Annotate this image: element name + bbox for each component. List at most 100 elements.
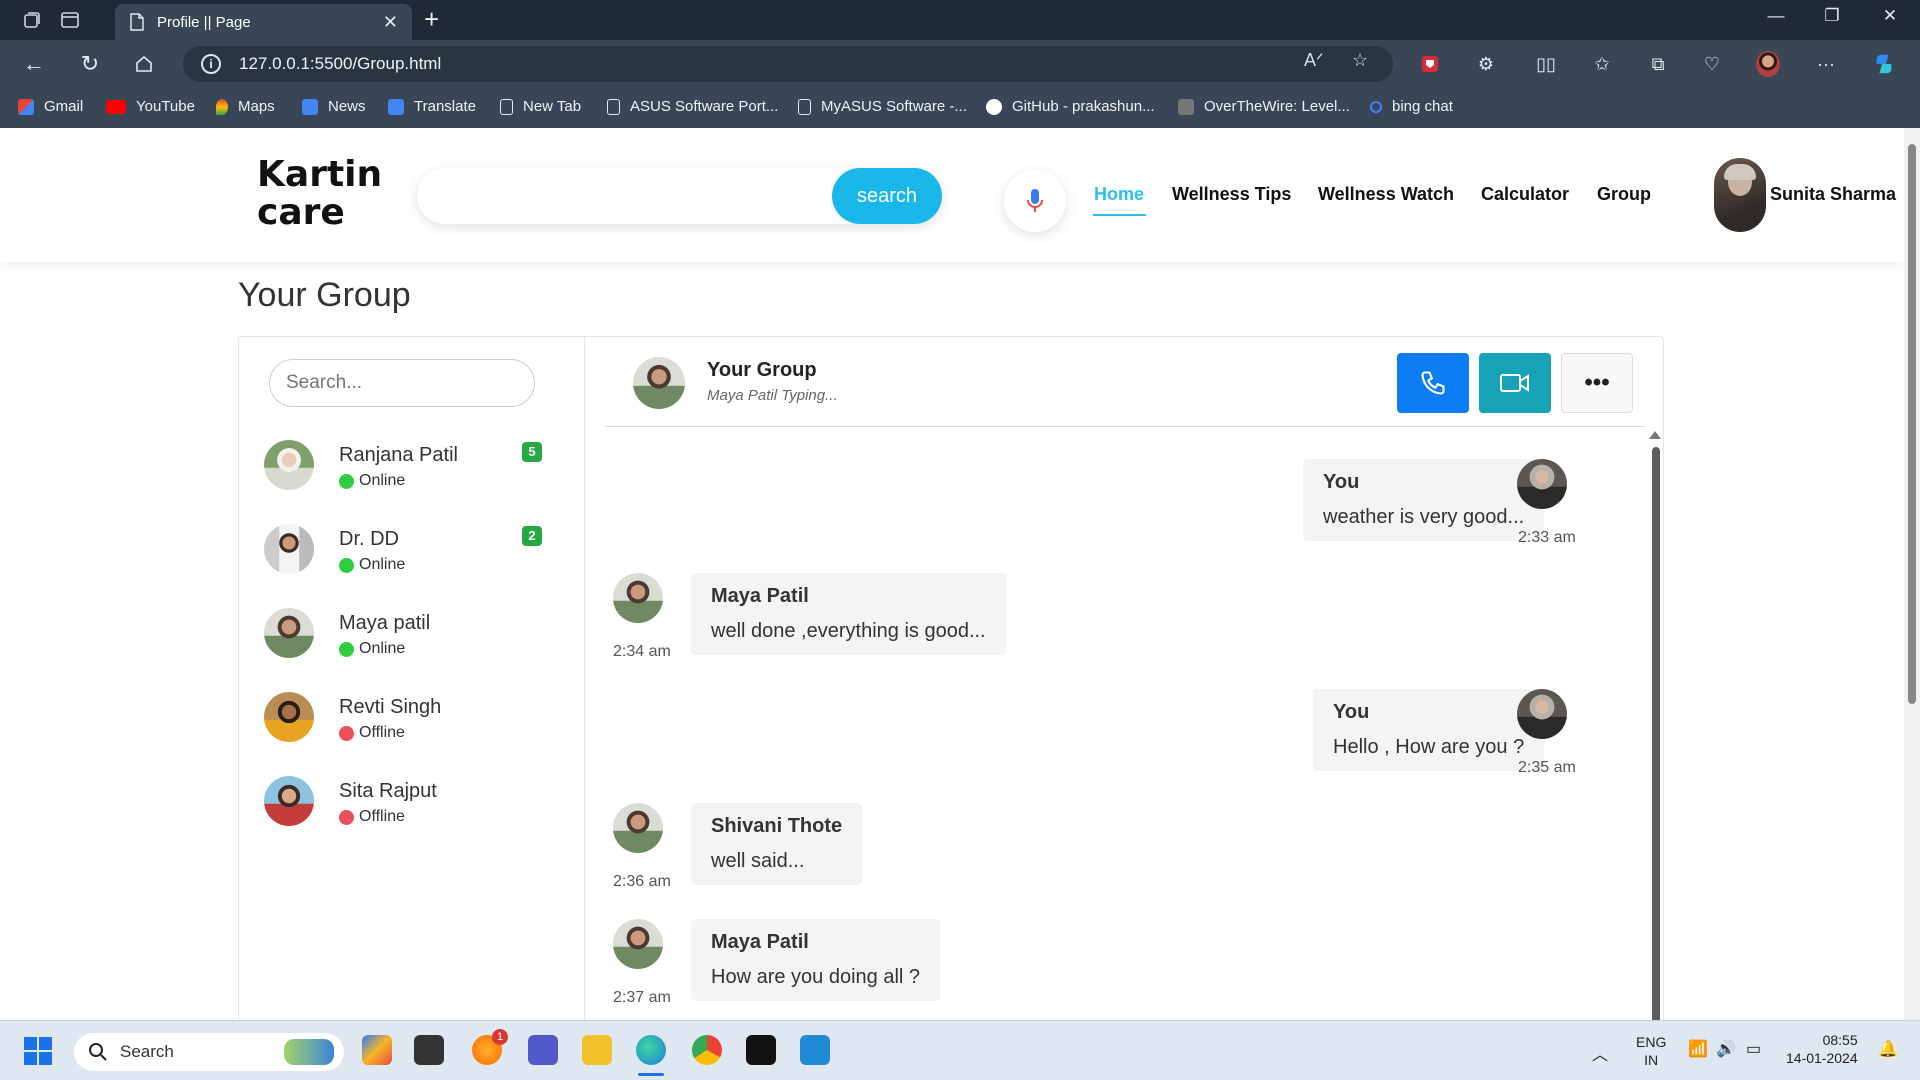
wifi-icon[interactable]: 📶 [1688, 1039, 1708, 1059]
scroll-up-arrow-icon[interactable] [1649, 431, 1661, 439]
profile-icon[interactable] [1756, 51, 1780, 77]
extension-shield-icon[interactable] [1418, 52, 1442, 76]
page-icon [130, 13, 144, 31]
copilot-icon[interactable] [1872, 52, 1896, 76]
performance-icon[interactable]: ♡ [1700, 52, 1724, 76]
user-avatar[interactable] [1714, 158, 1766, 232]
messages-pane: You weather is very good... 2:33 am 2:34… [585, 429, 1665, 1020]
search-button[interactable]: search [832, 168, 942, 224]
favorites-icon[interactable]: ✩ [1590, 52, 1614, 76]
nav-calculator[interactable]: Calculator [1481, 184, 1569, 205]
new-tab-icon[interactable]: + [424, 6, 439, 32]
split-screen-icon[interactable]: ▯▯ [1534, 52, 1558, 76]
bookmark-label: bing chat [1392, 98, 1453, 115]
bookmark-maps[interactable]: Maps [216, 98, 275, 115]
app-icon[interactable]: 1 [472, 1029, 508, 1065]
close-tab-icon[interactable]: ✕ [383, 12, 398, 33]
favorite-star-icon[interactable]: ☆ [1352, 50, 1368, 71]
vscode-icon[interactable] [800, 1035, 830, 1065]
message-sender: You [1333, 701, 1370, 723]
page-scrollbar-thumb[interactable] [1908, 144, 1916, 704]
bookmark-youtube[interactable]: YouTube [106, 98, 195, 115]
contact-item[interactable]: Revti Singh Offline [264, 692, 564, 752]
bookmark-translate[interactable]: Translate [388, 98, 476, 115]
page-scrollbar[interactable] [1904, 128, 1920, 1020]
contact-item[interactable]: Dr. DD Online 2 [264, 524, 564, 584]
workspaces-icon[interactable] [20, 8, 44, 32]
video-call-button[interactable] [1479, 353, 1551, 413]
terminal-icon[interactable] [746, 1035, 776, 1065]
message-sender: You [1323, 471, 1360, 493]
close-window-icon[interactable]: ✕ [1870, 6, 1910, 26]
voice-call-button[interactable] [1397, 353, 1469, 413]
user-name[interactable]: Sunita Sharma [1770, 184, 1896, 205]
site-search-box[interactable]: search [417, 168, 942, 224]
microphone-button[interactable] [1004, 170, 1066, 232]
bookmark-github[interactable]: GitHub - prakashun... [986, 98, 1155, 115]
browser-tab-active[interactable]: Profile || Page ✕ [115, 4, 412, 40]
messages-scrollbar[interactable] [1649, 429, 1661, 1020]
home-icon[interactable] [130, 50, 158, 78]
read-aloud-icon[interactable]: Aᐟ [1304, 50, 1324, 71]
edge-icon[interactable] [636, 1035, 666, 1065]
nav-wellness-tips[interactable]: Wellness Tips [1172, 184, 1291, 205]
back-icon[interactable]: ← [20, 50, 48, 78]
logo-line-1: Kartin [257, 154, 383, 195]
battery-icon[interactable]: ▭ [1746, 1039, 1761, 1059]
contact-item[interactable]: Maya patil Online [264, 608, 564, 668]
windows-start-icon[interactable] [24, 1037, 52, 1070]
tab-actions-icon[interactable] [58, 8, 82, 32]
bookmark-myasus[interactable]: MyASUS Software -... [798, 98, 967, 115]
copilot-app-icon[interactable] [362, 1035, 392, 1065]
message-text: well said... [711, 850, 805, 872]
taskbar-search[interactable]: Search [74, 1033, 344, 1071]
nav-home[interactable]: Home [1094, 184, 1144, 205]
restore-icon[interactable]: ❐ [1812, 6, 1852, 26]
online-dot [339, 641, 354, 657]
volume-icon[interactable]: 🔊 [1716, 1039, 1736, 1059]
minimize-icon[interactable]: — [1756, 6, 1796, 26]
logo-line-2: care [257, 192, 345, 233]
contacts-search-input[interactable] [269, 359, 535, 407]
task-view-icon[interactable] [414, 1035, 444, 1065]
scrollbar-thumb[interactable] [1652, 447, 1660, 1020]
chrome-icon[interactable] [692, 1035, 722, 1065]
url-text: 127.0.0.1:5500/Group.html [239, 54, 442, 73]
bookmark-bing-chat[interactable]: bing chat [1370, 98, 1453, 115]
site-info-icon[interactable]: i [201, 54, 221, 74]
chevron-up-icon[interactable]: ︿ [1592, 1041, 1608, 1065]
bookmark-news[interactable]: News [302, 98, 366, 115]
nav-group[interactable]: Group [1597, 184, 1651, 205]
file-explorer-icon[interactable] [582, 1035, 612, 1065]
refresh-icon[interactable]: ↻ [76, 50, 104, 78]
collections-icon[interactable]: ⧉ [1646, 52, 1670, 76]
bookmark-new-tab[interactable]: New Tab [500, 98, 581, 115]
tab-title: Profile || Page [157, 13, 251, 31]
video-camera-icon [1500, 374, 1529, 392]
clock[interactable]: 08:55 14-01-2024 [1786, 1031, 1858, 1067]
bookmark-overthewire[interactable]: OverTheWire: Level... [1178, 98, 1350, 115]
more-options-button[interactable]: ••• [1561, 353, 1633, 413]
translate-icon [388, 98, 404, 115]
nav-wellness-watch[interactable]: Wellness Watch [1318, 184, 1454, 205]
contact-item[interactable]: Ranjana Patil Online 5 [264, 440, 564, 500]
message-time: 2:35 am [1518, 759, 1576, 776]
message-text: weather is very good... [1323, 506, 1525, 528]
offline-dot [339, 725, 354, 741]
teams-icon[interactable] [528, 1035, 558, 1065]
bookmark-asus[interactable]: ASUS Software Port... [607, 98, 778, 115]
avatar [1517, 459, 1567, 509]
notifications-bell-icon[interactable]: 🔔 [1878, 1039, 1898, 1059]
contact-item[interactable]: Sita Rajput Offline [264, 776, 564, 836]
extensions-icon[interactable]: ⚙ [1474, 52, 1498, 76]
contacts-sidebar: Ranjana Patil Online 5 Dr. DD Online 2 M… [239, 337, 585, 1020]
contact-status: Online [339, 640, 405, 658]
clock-time: 08:55 [1822, 1032, 1858, 1048]
url-field[interactable]: i 127.0.0.1:5500/Group.html [183, 46, 1393, 82]
site-logo[interactable]: Kartin care [257, 156, 382, 232]
bookmark-label: Maps [238, 98, 275, 115]
settings-more-icon[interactable]: ··· [1814, 52, 1838, 76]
bookmark-gmail[interactable]: Gmail [18, 98, 83, 115]
microphone-icon [1027, 189, 1043, 212]
language-indicator[interactable]: ENG IN [1636, 1033, 1666, 1069]
